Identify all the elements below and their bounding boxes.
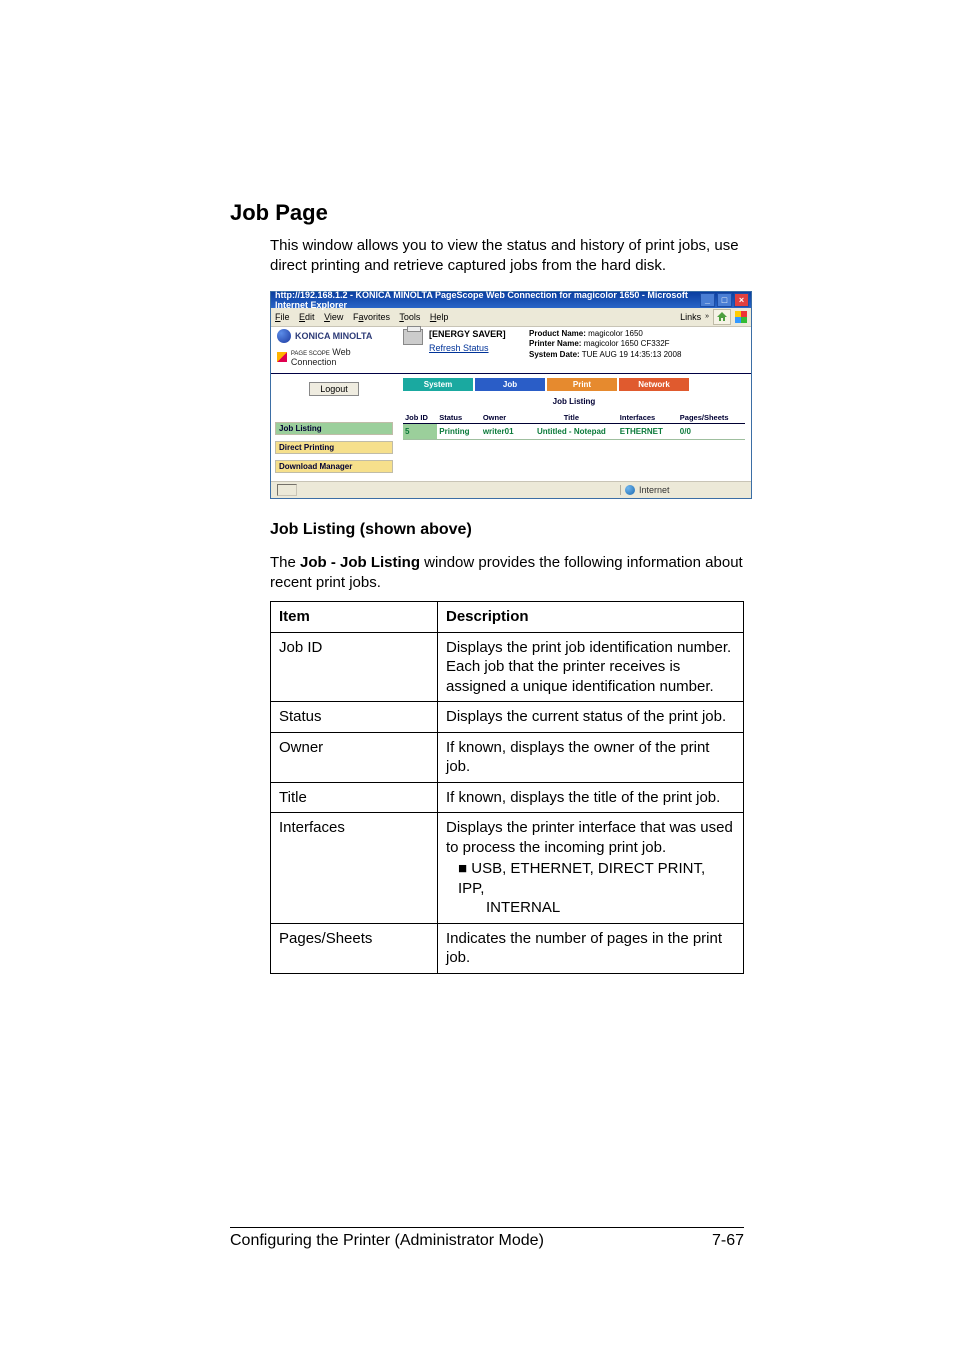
job-listing-paragraph: The Job - Job Listing window provides th… [270, 553, 744, 594]
cell-interfaces: ETHERNET [618, 423, 678, 439]
table-row: Status Displays the current status of th… [271, 702, 744, 733]
tab-job[interactable]: Job [475, 378, 545, 391]
ie-statusbar: Internet [271, 481, 751, 498]
col-status: Status [437, 412, 481, 424]
page-footer: Configuring the Printer (Administrator M… [230, 1227, 744, 1250]
close-icon[interactable]: × [734, 293, 749, 307]
printer-icon [403, 329, 423, 345]
pagescope-web-connection: PAGE SCOPE Web Connection [277, 347, 397, 367]
sidebar-item-job-listing[interactable]: Job Listing [275, 422, 393, 435]
cell-title: Untitled - Notepad [525, 423, 618, 439]
tab-print[interactable]: Print [547, 378, 617, 391]
window-titlebar: http://192.168.1.2 - KONICA MINOLTA Page… [271, 292, 751, 308]
menu-favorites[interactable]: Favorites [353, 312, 390, 322]
sidebar-item-download-manager[interactable]: Download Manager [275, 460, 393, 473]
sidebar-item-direct-printing[interactable]: Direct Printing [275, 441, 393, 454]
footer-page-number: 7-67 [712, 1232, 744, 1250]
col-job-id: Job ID [403, 412, 437, 424]
menu-help[interactable]: Help [430, 312, 449, 322]
col-title: Title [525, 412, 618, 424]
menu-edit[interactable]: Edit [299, 312, 315, 322]
item-description-table: Item Description Job ID Displays the pri… [270, 601, 744, 974]
minimize-icon[interactable]: _ [700, 293, 715, 307]
job-listing-table: Job ID Status Owner Title Interfaces Pag… [403, 412, 745, 440]
menu-file[interactable]: FFileile [275, 312, 290, 322]
sub-heading: Job Listing (shown above) [270, 521, 744, 539]
ie-window: http://192.168.1.2 - KONICA MINOLTA Page… [270, 291, 752, 499]
menu-view[interactable]: View [324, 312, 343, 322]
header-item: Item [271, 602, 438, 633]
links-label[interactable]: Links [680, 312, 701, 322]
logout-button[interactable]: Logout [309, 382, 359, 396]
cell-pages: 0/0 [678, 423, 745, 439]
col-interfaces: Interfaces [618, 412, 678, 424]
table-row[interactable]: 5 Printing writer01 Untitled - Notepad E… [403, 423, 745, 439]
cell-job-id: 5 [403, 423, 437, 439]
maximize-icon[interactable]: □ [717, 293, 732, 307]
done-icon [277, 484, 297, 496]
pagescope-icon [277, 352, 287, 362]
internet-zone-label: Internet [639, 485, 670, 495]
printer-info: Product Name: magicolor 1650 Printer Nam… [529, 329, 681, 367]
refresh-status-link[interactable]: Refresh Status [429, 343, 506, 353]
table-row: Job ID Displays the print job identifica… [271, 632, 744, 702]
table-row: Title If known, displays the title of th… [271, 782, 744, 813]
cell-status: Printing [437, 423, 481, 439]
table-row: Owner If known, displays the owner of th… [271, 732, 744, 782]
menu-tools[interactable]: Tools [399, 312, 420, 322]
cell-owner: writer01 [481, 423, 525, 439]
ie-menubar: FFileile Edit View Favorites Tools Help … [271, 308, 751, 327]
header-description: Description [438, 602, 744, 633]
windows-flag-icon [735, 311, 747, 323]
konica-minolta-logo: KONICA MINOLTA [277, 329, 397, 343]
tab-system[interactable]: System [403, 378, 473, 391]
energy-saver-label: [ENERGY SAVER] [429, 329, 506, 339]
internet-zone-icon [625, 485, 635, 495]
globe-icon [277, 329, 291, 343]
footer-title: Configuring the Printer (Administrator M… [230, 1232, 544, 1250]
table-row: Pages/Sheets Indicates the number of pag… [271, 923, 744, 973]
home-icon[interactable] [713, 309, 731, 325]
col-owner: Owner [481, 412, 525, 424]
panel-title: Job Listing [403, 397, 745, 406]
page-heading: Job Page [230, 200, 744, 226]
table-row: Interfaces Displays the printer interfac… [271, 813, 744, 924]
window-title: http://192.168.1.2 - KONICA MINOLTA Page… [275, 290, 700, 310]
intro-paragraph: This window allows you to view the statu… [270, 236, 744, 277]
tab-network[interactable]: Network [619, 378, 689, 391]
col-pages: Pages/Sheets [678, 412, 745, 424]
